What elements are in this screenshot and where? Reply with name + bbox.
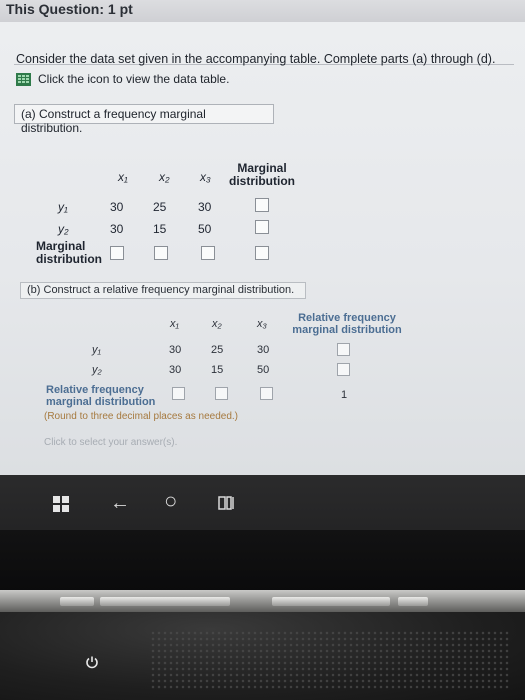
b-cell-y1-x1: 30 <box>169 344 182 356</box>
b-cell-y1-x2: 25 <box>211 344 224 356</box>
view-data-table-link[interactable]: Click the icon to view the data table. <box>16 72 229 86</box>
rf-y2-input[interactable] <box>337 363 350 376</box>
b-cell-y2-x2: 15 <box>211 364 224 376</box>
cell-y1-x3: 30 <box>198 200 212 214</box>
rf-header-line2: marginal distribution <box>292 324 402 336</box>
windows-icon[interactable] <box>53 496 69 512</box>
rf-y1-input[interactable] <box>337 343 350 356</box>
rf-header-line1: Relative frequency <box>298 312 396 324</box>
data-table-icon[interactable] <box>16 72 31 86</box>
b-col-header-x2: x₂ <box>212 318 222 330</box>
cell-y2-x3: 50 <box>198 222 212 236</box>
back-arrow-icon[interactable]: ← <box>110 493 130 513</box>
marginal-distribution-header: Marginal distribution <box>226 162 298 188</box>
rf-row-line1: Relative frequency <box>46 384 144 396</box>
rf-marginal-row-label: Relative frequency marginal distribution <box>46 384 176 408</box>
cell-y2-x1: 30 <box>110 222 124 236</box>
b-col-header-x1: x₁ <box>170 318 179 330</box>
marginal-total-input[interactable] <box>255 246 269 260</box>
part-b-title: (b) Construct a relative frequency margi… <box>20 282 306 299</box>
marginal-x3-input[interactable] <box>201 246 215 260</box>
rf-x2-input[interactable] <box>215 387 228 400</box>
col-header-x3: x₃ <box>200 170 211 184</box>
marginal-row-line2: distribution <box>36 252 102 266</box>
marginal-header-line2: distribution <box>229 174 295 188</box>
select-answer-prompt[interactable]: Click to select your answer(s). <box>44 437 177 448</box>
power-icon[interactable] <box>84 654 100 670</box>
cell-y1-x2: 25 <box>153 200 167 214</box>
marginal-x1-input[interactable] <box>110 246 124 260</box>
question-label: This Question: 1 pt <box>6 1 133 17</box>
b-col-header-x3: x₃ <box>257 318 267 330</box>
col-header-x1: x₁ <box>118 170 128 184</box>
cell-y1-x1: 30 <box>110 200 124 214</box>
speaker-grill <box>150 630 510 690</box>
page-header: This Question: 1 pt <box>0 0 525 22</box>
taskbar <box>0 475 525 530</box>
marginal-distribution-row-label: Marginal distribution <box>36 240 102 266</box>
marginal-y1-input[interactable] <box>255 198 269 212</box>
row-label-y2: y₂ <box>58 222 69 236</box>
b-cell-y2-x3: 50 <box>257 364 270 376</box>
rf-row-line2: marginal distribution <box>46 396 156 408</box>
rounding-note: (Round to three decimal places as needed… <box>44 411 239 422</box>
marginal-x2-input[interactable] <box>154 246 168 260</box>
task-view-icon[interactable] <box>218 495 236 511</box>
part-a-title: (a) Construct a frequency marginal distr… <box>14 104 274 135</box>
b-row-label-y2: y₂ <box>92 364 102 376</box>
question-text: Consider the data set given in the accom… <box>16 52 496 66</box>
cortana-circle-icon[interactable]: ○ <box>164 490 177 512</box>
row-label-y1: y₁ <box>58 200 68 214</box>
marginal-y2-input[interactable] <box>255 220 269 234</box>
laptop-hinge <box>0 590 525 612</box>
b-row-label-y1: y₁ <box>92 344 101 356</box>
rf-x3-input[interactable] <box>260 387 273 400</box>
col-header-x2: x₂ <box>159 170 170 184</box>
rf-marginal-header: Relative frequency marginal distribution <box>288 312 406 336</box>
view-data-table-label[interactable]: Click the icon to view the data table. <box>38 72 229 86</box>
b-cell-y1-x3: 30 <box>257 344 270 356</box>
rf-x1-input[interactable] <box>172 387 185 400</box>
cell-y2-x2: 15 <box>153 222 167 236</box>
b-cell-y2-x1: 30 <box>169 364 182 376</box>
rf-total-value: 1 <box>341 389 348 401</box>
